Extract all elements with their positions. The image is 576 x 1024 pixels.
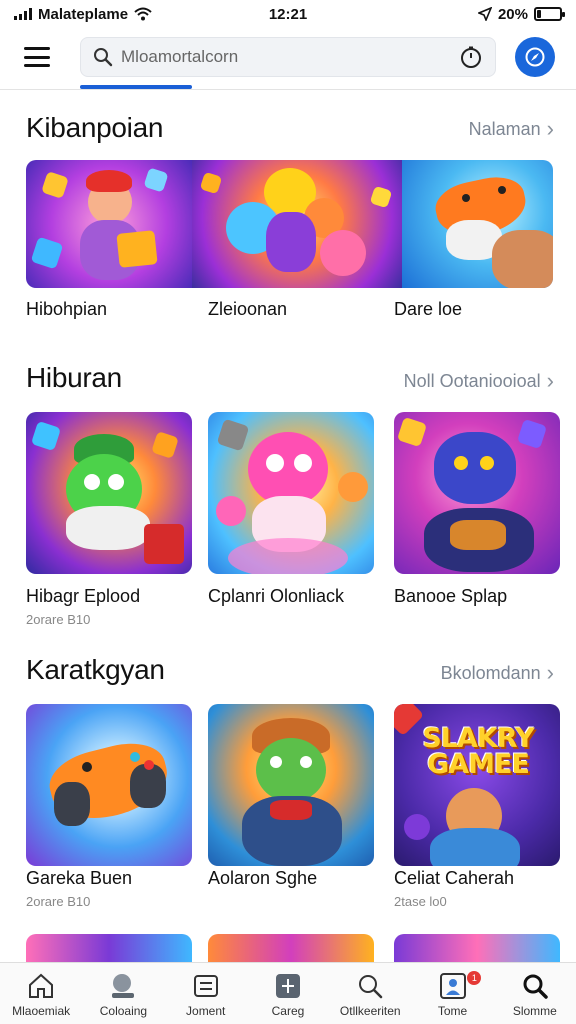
nav-item-docs[interactable]: Joment [165, 963, 247, 1024]
status-bar: Malateplame 12:21 20% [0, 0, 576, 28]
hamburger-menu-icon[interactable] [22, 44, 52, 70]
section-title: Hiburan [26, 362, 122, 393]
nav-item-browse[interactable]: Coloaing [82, 963, 164, 1024]
active-tab-indicator [80, 85, 192, 89]
poster-title: SLAKRY GAMEE [422, 723, 534, 780]
see-all-label: Noll Ootaniooioal [403, 370, 541, 391]
chevron-right-icon: › [546, 116, 554, 141]
banner-title-1[interactable]: Hibohpian [26, 299, 107, 320]
see-all-link[interactable]: Bkolomdann › [441, 662, 554, 684]
featured-banner[interactable] [26, 160, 553, 288]
top-app-bar [0, 28, 576, 90]
search-input[interactable] [121, 47, 459, 67]
bottom-navigation: Mlaoemiak Coloaing Joment Careg Otllkeer… [0, 962, 576, 1024]
search-icon [94, 48, 113, 67]
banner-title-2[interactable]: Zleioonan [208, 299, 287, 320]
nav-item-search[interactable]: Otllkeeriten [329, 963, 411, 1024]
game-title[interactable]: Gareka Buen [26, 868, 132, 889]
banner-panel-1[interactable] [26, 160, 192, 288]
game-title[interactable]: Hibagr Eplood [26, 586, 140, 607]
game-tile[interactable] [208, 704, 374, 866]
game-tile[interactable] [394, 412, 560, 574]
home-icon [29, 973, 54, 998]
search-bold-icon [523, 974, 548, 999]
nav-item-profile[interactable]: 1 Tome [411, 963, 493, 1024]
chevron-right-icon: › [546, 660, 554, 685]
see-all-link[interactable]: Noll Ootaniooioal › [404, 370, 554, 392]
battery-icon [534, 7, 565, 21]
location-icon [477, 7, 492, 21]
game-title[interactable]: Aolaron Sghe [208, 868, 317, 889]
see-all-label: Nalaman [468, 118, 541, 139]
compass-icon [525, 47, 545, 67]
nav-label: Coloaing [99, 1004, 148, 1018]
game-subtitle: 2orare B10 [26, 894, 91, 909]
game-title[interactable]: Cplanri Olonliack [208, 586, 344, 607]
nav-label: Slomme [512, 1004, 557, 1018]
game-tile[interactable] [26, 412, 192, 574]
nav-label: Mlaoemiak [12, 1004, 71, 1018]
profile-icon [439, 973, 466, 999]
game-tile[interactable] [208, 412, 374, 574]
nav-item-home[interactable]: Mlaoemiak [0, 963, 82, 1024]
banner-title-3[interactable]: Dare loe [394, 299, 462, 320]
game-subtitle: 2tase lo0 [394, 894, 447, 909]
battery-percent: 20% [497, 5, 528, 23]
compass-button[interactable] [515, 37, 555, 77]
search-icon [359, 975, 383, 999]
notification-badge: 1 [467, 971, 482, 985]
game-tile[interactable]: SLAKRY GAMEE [394, 704, 560, 866]
search-bar[interactable] [80, 37, 496, 77]
banner-panel-2[interactable] [192, 160, 402, 288]
doc-icon [193, 975, 218, 997]
nav-item-tools[interactable]: Careg [247, 963, 329, 1024]
tool-icon [275, 974, 300, 998]
nav-label: Tome [437, 1004, 468, 1018]
game-subtitle: 2orare B10 [26, 612, 91, 627]
banner-panel-3[interactable] [402, 160, 553, 288]
game-tile[interactable] [26, 704, 192, 866]
timer-icon[interactable] [459, 45, 483, 69]
wifi-icon [134, 7, 152, 21]
nav-item-more[interactable]: Slomme [494, 963, 576, 1024]
nav-label: Otllkeeriten [339, 1004, 401, 1018]
signal-icon [14, 8, 32, 20]
see-all-link[interactable]: Nalaman › [469, 118, 554, 140]
section-title: Kibanpoian [26, 112, 164, 143]
game-title[interactable]: Celiat Caherah [394, 868, 514, 889]
section-title: Karatkgyan [26, 654, 165, 685]
search-circle-icon [112, 974, 135, 998]
game-title[interactable]: Banooe Splap [394, 586, 507, 607]
chevron-right-icon: › [546, 368, 554, 393]
see-all-label: Bkolomdann [440, 662, 541, 683]
nav-label: Careg [271, 1004, 305, 1018]
carrier-name: Malateplame [38, 5, 129, 23]
nav-label: Joment [186, 1004, 226, 1018]
